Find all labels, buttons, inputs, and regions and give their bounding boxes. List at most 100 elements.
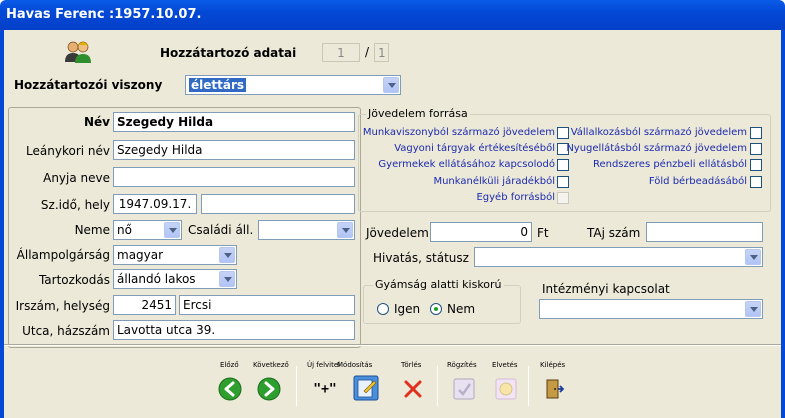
city-field[interactable]: Ercsi (179, 295, 355, 315)
toolbar-separator (437, 366, 438, 406)
discard-label: Elvetés (492, 361, 518, 369)
residence-selected-value: állandó lakos (117, 272, 196, 286)
name-field[interactable]: Szegedy Hilda (113, 112, 355, 132)
toolbar-separator (528, 366, 529, 406)
guardianship-yes-radio[interactable] (377, 303, 389, 315)
income-option-other-checkbox[interactable] (557, 192, 569, 204)
income-option-other-label: Egyéb forrásból (476, 192, 555, 203)
guardianship-no-radio[interactable] (430, 303, 442, 315)
edit-button[interactable] (351, 373, 381, 403)
next-label: Következő (253, 361, 289, 369)
delete-button[interactable] (398, 374, 428, 404)
mother-name-label: Anyja neve (43, 171, 110, 185)
close-icon (404, 380, 422, 398)
income-option-regular-benefit-label: Rendszeres pénzbeli ellátásból (592, 159, 747, 170)
discard-button[interactable] (491, 374, 521, 404)
birth-date-field[interactable]: 1947.09.17. (113, 194, 197, 214)
save-label: Rögzítés (447, 361, 477, 369)
discard-icon (495, 378, 517, 400)
residence-select[interactable]: állandó lakos (113, 269, 237, 289)
toolbar-divider (4, 344, 781, 346)
marital-status-label: Családi áll. (188, 223, 254, 237)
guardianship-title: Gyámság alatti kiskorú (373, 278, 504, 291)
chevron-down-icon[interactable] (337, 222, 353, 238)
income-option-regular-benefit-checkbox[interactable] (750, 159, 762, 171)
arrow-right-icon (257, 377, 281, 401)
citizenship-label: Állampolgárság (16, 248, 110, 262)
income-option-asset-sale-label: Vagyoni tárgyak értékesítéséből (394, 143, 555, 154)
institution-select[interactable] (539, 299, 763, 319)
record-counter-total: 1 (374, 43, 389, 62)
birth-label: Sz.idő, hely (40, 198, 110, 212)
sex-selected-value: nő (117, 223, 132, 237)
maiden-name-field[interactable]: Szegedy Hilda (113, 140, 355, 160)
chevron-down-icon[interactable] (219, 247, 235, 263)
income-amount-field[interactable]: 0 (430, 222, 532, 242)
residence-label: Tartozkodás (38, 273, 110, 287)
relation-selected-value: élettárs (189, 78, 247, 92)
income-option-pension-label: Nyugellátásból származó jövedelem (566, 143, 747, 154)
income-option-pension-checkbox[interactable] (750, 143, 762, 155)
income-option-business-label: Vállalkozásból származó jövedelem (570, 127, 747, 138)
plus-icon: "+" (313, 381, 337, 397)
arrow-left-icon (218, 377, 242, 401)
prev-label: Előző (220, 361, 239, 369)
profession-select[interactable] (474, 247, 763, 267)
window-title-bar: Havas Ferenc :1957.10.07. (0, 0, 785, 30)
street-label: Utca, házszám (22, 324, 110, 338)
zip-field[interactable]: 2451 (113, 295, 176, 315)
street-field[interactable]: Lavotta utca 39. (113, 320, 355, 340)
edit-document-icon (353, 375, 379, 401)
exit-label: Kilépés (540, 361, 566, 369)
income-option-child-care-label: Gyermekek ellátásához kapcsolodó (378, 159, 555, 170)
zip-city-label: Irszám, helység (15, 299, 110, 313)
income-option-land-lease-checkbox[interactable] (750, 176, 762, 188)
prev-button[interactable] (215, 374, 245, 404)
relation-select[interactable]: élettárs (185, 75, 401, 95)
guardianship-yes-label: Igen (394, 302, 421, 316)
form-client-area: Hozzátartozó adatai 1 / 1 Hozzátartozói … (4, 30, 781, 418)
chevron-down-icon[interactable] (745, 301, 761, 317)
chevron-down-icon[interactable] (219, 271, 235, 287)
record-counter-current: 1 (322, 43, 360, 62)
record-counter-separator: / (365, 45, 370, 59)
income-source-title: Jövedelem forrása (366, 107, 470, 120)
citizenship-selected-value: magyar (117, 248, 164, 262)
currency-label: Ft (537, 226, 549, 240)
new-label: Új felvitel (307, 361, 341, 369)
sex-select[interactable]: nő (113, 220, 182, 240)
chevron-down-icon[interactable] (383, 77, 399, 93)
income-option-business-checkbox[interactable] (750, 127, 762, 139)
name-label: Név (83, 115, 110, 129)
birth-place-field[interactable] (201, 194, 355, 214)
maiden-name-label: Leánykori név (26, 144, 110, 158)
people-icon (63, 40, 93, 64)
profession-label: Hivatás, státusz (373, 251, 469, 265)
new-button[interactable]: "+" (310, 374, 340, 404)
guardianship-no-label: Nem (447, 302, 476, 316)
toolbar-separator (296, 366, 297, 406)
income-option-unemployment-label: Munkanélküli járadékból (433, 176, 555, 187)
exit-door-icon (546, 379, 564, 399)
window-title: Havas Ferenc :1957.10.07. (6, 7, 202, 22)
income-amount-label: Jövedelem (366, 226, 429, 240)
save-button[interactable] (449, 374, 479, 404)
sex-label: Neme (74, 223, 110, 237)
institution-label: Intézményi kapcsolat (542, 282, 670, 296)
edit-label: Módosítás (337, 361, 373, 369)
mother-name-field[interactable] (113, 167, 355, 187)
taj-number-label: TAj szám (587, 226, 641, 240)
income-option-employment-label: Munkaviszonyból származó jövedelem (362, 127, 555, 138)
delete-label: Törlés (401, 361, 422, 369)
citizenship-select[interactable]: magyar (113, 245, 237, 265)
chevron-down-icon[interactable] (745, 249, 761, 265)
save-icon (453, 378, 475, 400)
chevron-down-icon[interactable] (164, 222, 180, 238)
marital-status-select[interactable] (258, 220, 355, 240)
next-button[interactable] (254, 374, 284, 404)
relation-label: Hozzátartozói viszony (14, 78, 163, 92)
taj-number-field[interactable] (646, 222, 763, 242)
exit-button[interactable] (539, 374, 569, 404)
income-option-land-lease-label: Föld bérbeadásából (648, 176, 747, 187)
window-border-right (781, 30, 785, 418)
